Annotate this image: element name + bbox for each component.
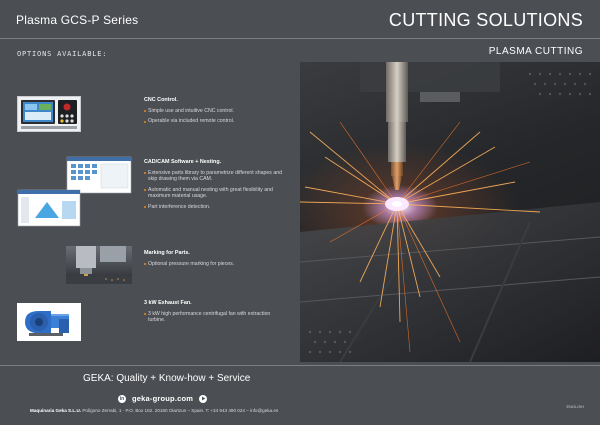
exhaust-fan-image — [17, 303, 81, 341]
linkedin-icon[interactable]: in — [118, 394, 126, 403]
options-available-label: OPTIONS AVAILABLE: — [17, 50, 108, 58]
option-title: CNC Control. — [144, 97, 178, 103]
series-title: Plasma GCS-P Series — [16, 13, 139, 27]
youtube-icon[interactable] — [199, 394, 208, 403]
company-name: Maquinaria Geka S.L.U. — [30, 408, 82, 413]
header-divider — [0, 38, 600, 39]
option-bullet: Simple use and intuitive CNC control. — [144, 108, 289, 114]
option-bullet: Automatic and manual nesting with great … — [144, 187, 284, 200]
option-bullet: Optional pressure marking for pieces. — [144, 261, 284, 267]
option-marking-for-parts: Marking for Parts. Optional pressure mar… — [144, 250, 284, 271]
website-link[interactable]: geka-group.com — [132, 394, 193, 403]
quality-tagline: GEKA: Quality + Know-how + Service — [83, 373, 251, 384]
marking-tool-image — [66, 246, 132, 284]
option-exhaust-fan: 3 kW Exhaust Fan. 3 kW high performance … — [144, 300, 284, 328]
option-bullet: Part interference detection. — [144, 204, 284, 210]
language-label: ENGLISH — [566, 404, 584, 409]
option-cad-cam-software: CAD/CAM Software + Nesting. Extensive pa… — [144, 159, 284, 214]
option-cnc-control: CNC Control. Simple use and intuitive CN… — [144, 97, 289, 129]
option-title: Marking for Parts. — [144, 250, 190, 256]
website-row: in geka-group.com — [118, 394, 208, 403]
cad-cam-software-screens-image — [17, 156, 132, 227]
brand-title: CUTTING SOLUTIONS — [388, 10, 583, 30]
option-bullet: Extensive parts library to parametrize d… — [144, 170, 284, 183]
footer-divider — [0, 365, 600, 366]
cnc-control-panel-image — [17, 96, 81, 132]
address-details: Polígono Zerrabi, 1 · P.O. Box 162. 2018… — [81, 408, 279, 413]
option-title: CAD/CAM Software + Nesting. — [144, 159, 222, 165]
section-subtitle: PLASMA CUTTING — [488, 46, 583, 57]
company-address: Maquinaria Geka S.L.U. Polígono Zerrabi,… — [30, 408, 278, 413]
option-bullet: Operable via included remote control. — [144, 118, 289, 124]
plasma-cutting-photo — [300, 62, 600, 362]
option-bullet: 3 kW high performance centrifugal fan wi… — [144, 311, 284, 324]
option-title: 3 kW Exhaust Fan. — [144, 300, 192, 306]
